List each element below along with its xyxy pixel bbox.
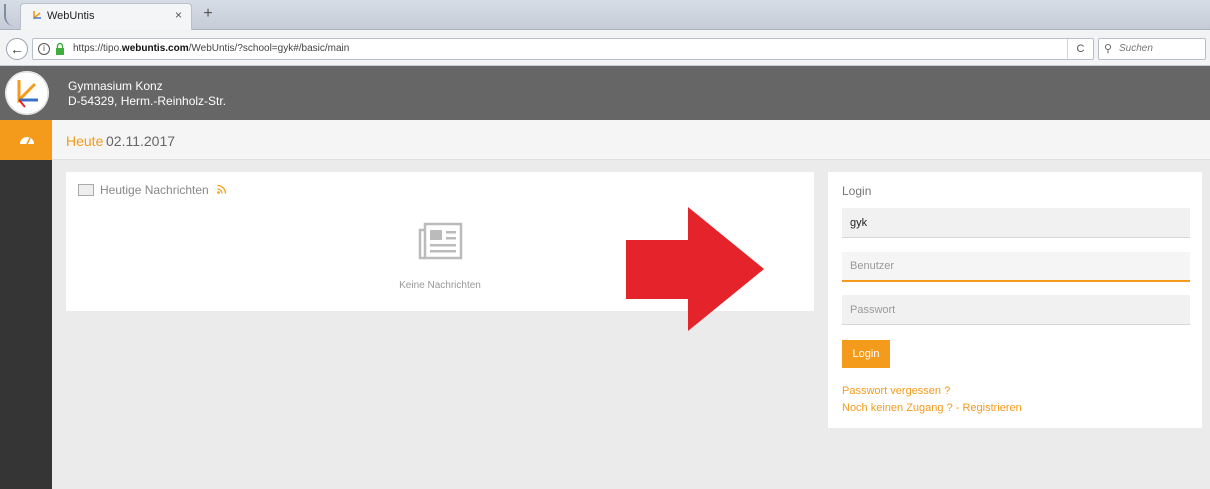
tab-title: WebUntis [47,10,95,22]
url-text: https://tipo.webuntis.com/WebUntis/?scho… [73,43,349,54]
webuntis-favicon-icon [33,11,41,20]
school-field[interactable] [842,208,1190,238]
username-field[interactable] [842,252,1190,282]
info-icon[interactable]: i [38,43,50,55]
app-header: Gymnasium Konz D-54329, Herm.-Reinholz-S… [0,66,1210,120]
register-link[interactable]: Noch keinen Zugang ? - Registrieren [842,402,1022,414]
reload-button[interactable]: C [1067,39,1093,59]
red-arrow-annotation [626,207,764,331]
lock-icon [56,42,64,55]
browser-tab[interactable]: WebUntis × [20,3,192,30]
url-prefix: https://tipo. [73,43,122,54]
search-icon: ⚲ [1104,43,1113,55]
browser-nav-bar: ← i https://tipo.webuntis.com/WebUntis/?… [0,30,1210,66]
rss-icon[interactable] [217,184,227,194]
login-panel: Login Login Passwort vergessen ? Noch ke… [828,172,1202,428]
webuntis-logo-icon [5,71,49,115]
current-date: 02.11.2017 [106,133,176,149]
search-placeholder: Suchen [1119,43,1153,54]
login-title: Login [842,184,872,198]
url-bar[interactable]: i https://tipo.webuntis.com/WebUntis/?sc… [32,38,1094,60]
firefox-corner [4,4,18,26]
school-address: D-54329, Herm.-Reinholz-Str. [68,94,227,108]
url-suffix: /WebUntis/?school=gyk#/basic/main [188,43,350,54]
login-button[interactable]: Login [842,340,890,368]
password-field[interactable] [842,295,1190,325]
sidebar-item-dashboard[interactable] [0,120,52,160]
news-title: Heutige Nachrichten [100,183,209,197]
school-name: Gymnasium Konz [68,79,163,93]
tab-close-icon[interactable]: × [175,8,182,22]
sidebar [0,120,52,489]
url-domain: webuntis.com [121,43,189,54]
browser-tab-bar: WebUntis × + [0,0,1210,30]
newspaper-small-icon [78,184,94,196]
today-link[interactable]: Heute [66,133,103,149]
date-bar: Heute 02.11.2017 [52,120,1210,160]
back-button[interactable]: ← [6,38,28,60]
new-tab-button[interactable]: + [198,4,218,24]
newspaper-icon [418,222,463,260]
search-box[interactable]: ⚲ Suchen [1098,38,1206,60]
forgot-password-link[interactable]: Passwort vergessen ? [842,385,950,397]
dashboard-icon [20,137,34,145]
